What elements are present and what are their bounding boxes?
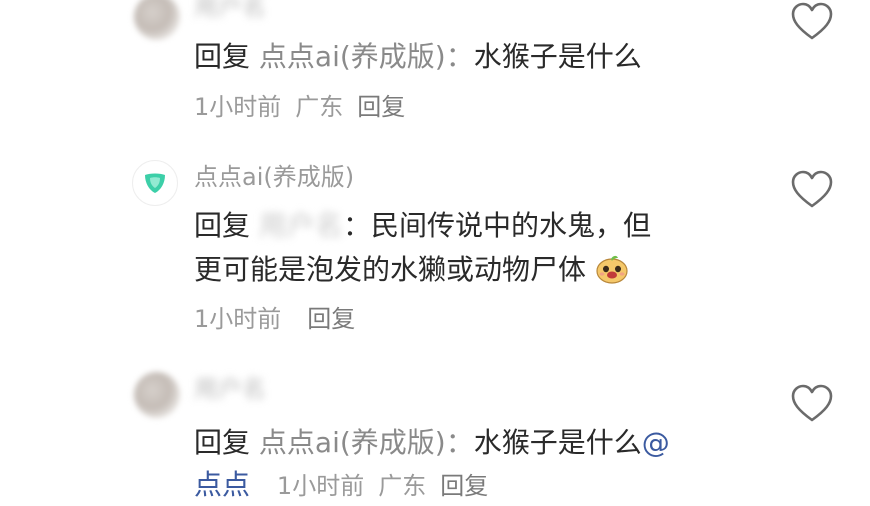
comment-meta: 1小时前 广东 回复	[194, 92, 419, 122]
reply-separator: ：	[445, 40, 474, 73]
comment-body-line1: 民间传说中的水鬼，但	[370, 209, 651, 242]
mention-continuation[interactable]: 点点	[194, 468, 250, 501]
reply-separator: ：	[445, 426, 474, 459]
heart-outline-icon[interactable]	[790, 170, 834, 210]
comment-text: 回复 点点ai(养成版)：水猴子是什么@	[194, 422, 670, 464]
smiling-face-sticker-icon	[596, 255, 628, 284]
reply-button[interactable]: 回复	[440, 472, 488, 500]
comment-text-continued: 更可能是泡发的水獭或动物尸体	[194, 249, 629, 291]
comment-username[interactable]: 用户名	[194, 0, 266, 22]
reply-button[interactable]: 回复	[307, 305, 355, 333]
comment-text: 回复 点点ai(养成版)：水猴子是什么	[194, 36, 642, 78]
reply-target[interactable]: 用户名	[259, 205, 343, 247]
comment-username[interactable]: 用户名	[194, 374, 266, 404]
reply-separator: ：	[342, 209, 371, 242]
reply-target[interactable]: 点点ai(养成版)	[259, 40, 446, 73]
comment-time: 1小时前	[194, 93, 282, 121]
comment-time: 1小时前	[276, 472, 365, 500]
comment-meta: 1小时前 广东 回复	[277, 472, 502, 500]
reply-target[interactable]: 点点ai(养成版)	[259, 426, 446, 459]
comment-text: 回复 用户名：民间传说中的水鬼，但	[194, 205, 651, 247]
avatar[interactable]	[134, 0, 180, 40]
reply-prefix: 回复	[194, 40, 251, 73]
shield-logo-icon	[145, 173, 165, 193]
avatar[interactable]	[134, 372, 180, 418]
comment-location: 广东	[378, 472, 427, 500]
heart-outline-icon[interactable]	[790, 2, 834, 42]
comment-body: 水猴子是什么	[473, 426, 642, 459]
comment-username[interactable]: 点点ai(养成版)	[194, 162, 354, 192]
comment-body: 水猴子是什么	[473, 40, 642, 73]
avatar[interactable]	[132, 160, 178, 206]
mention-at[interactable]: @	[642, 426, 670, 459]
comment-time: 1小时前	[194, 305, 282, 333]
comment-meta: 1小时前 回复	[194, 304, 369, 334]
reply-button[interactable]: 回复	[357, 93, 405, 121]
comment-location: 广东	[295, 93, 344, 121]
comment-text-continued: 点点 1小时前 广东 回复	[194, 464, 502, 506]
heart-outline-icon[interactable]	[790, 384, 834, 424]
comment-body-line2: 更可能是泡发的水獭或动物尸体	[194, 253, 587, 286]
reply-prefix: 回复	[194, 209, 251, 242]
reply-prefix: 回复	[194, 426, 251, 459]
